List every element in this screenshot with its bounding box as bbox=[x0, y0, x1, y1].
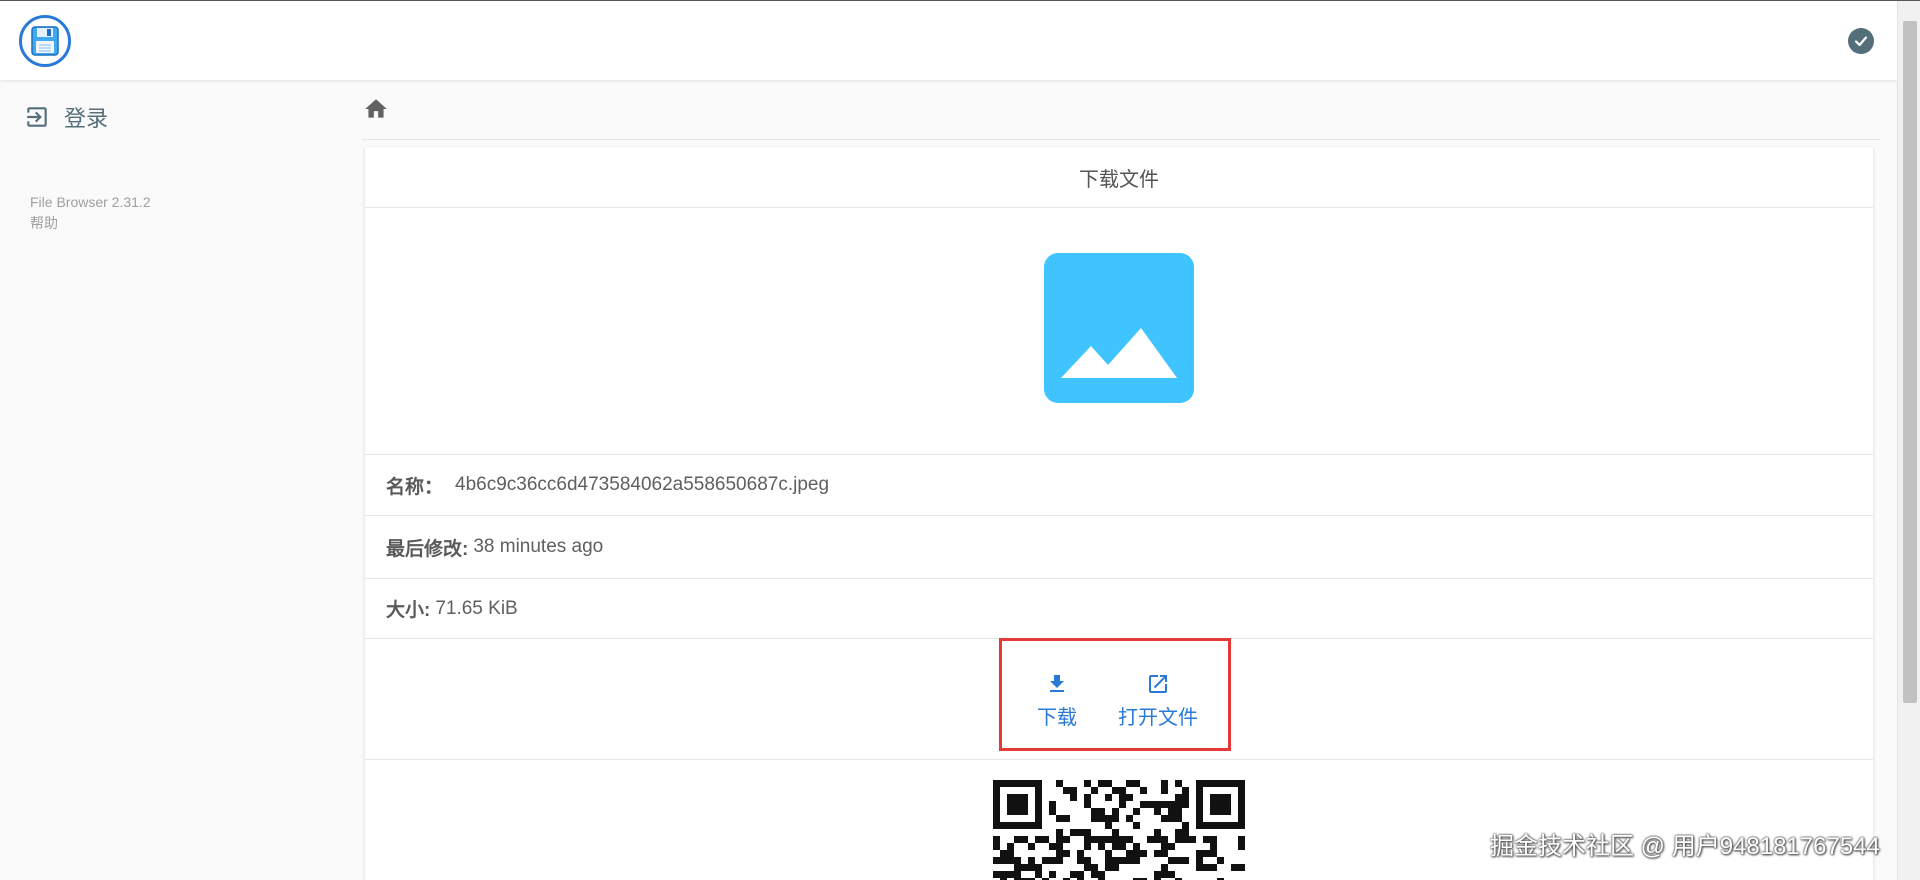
file-preview bbox=[365, 208, 1873, 455]
file-name-value: 4b6c9c36cc6d473584062a558650687c.jpeg bbox=[455, 474, 830, 495]
download-label: 下载 bbox=[1037, 707, 1077, 729]
open-in-new-icon bbox=[1149, 675, 1167, 693]
image-icon bbox=[1044, 253, 1194, 403]
last-modified-row: 最后修改: 38 minutes ago bbox=[365, 516, 1873, 579]
help-link[interactable]: 帮助 bbox=[30, 215, 58, 231]
last-modified-label: 最后修改: bbox=[386, 538, 469, 560]
qr-code bbox=[993, 780, 1245, 880]
download-icon bbox=[1050, 675, 1064, 692]
sidebar-item-login[interactable]: 登录 bbox=[24, 100, 108, 134]
file-size-label: 大小: bbox=[386, 600, 431, 621]
last-modified-value: 38 minutes ago bbox=[473, 536, 604, 557]
breadcrumb-home[interactable] bbox=[363, 96, 389, 122]
check-circle-icon[interactable] bbox=[1848, 28, 1874, 54]
card-title: 下载文件 bbox=[365, 147, 1873, 208]
breadcrumb-divider bbox=[362, 139, 1880, 140]
share-card: 下载文件 名称： 4b6c9c36cc6d473584062a558650687… bbox=[365, 147, 1873, 880]
open-file-button[interactable]: 打开文件 bbox=[1118, 669, 1198, 730]
file-size-value: 71.65 KiB bbox=[435, 597, 518, 619]
watermark: 掘金技术社区 @ 用户948181767544 bbox=[1490, 833, 1880, 860]
vertical-scrollbar[interactable] bbox=[1897, 1, 1920, 880]
actions-row: 下载 打开文件 bbox=[365, 638, 1873, 760]
floppy-disk-icon bbox=[31, 26, 59, 56]
open-file-label: 打开文件 bbox=[1118, 707, 1198, 729]
file-name-row: 名称： 4b6c9c36cc6d473584062a558650687c.jpe… bbox=[365, 455, 1873, 516]
download-button[interactable]: 下载 bbox=[1037, 669, 1077, 730]
sidebar-item-label: 登录 bbox=[64, 106, 109, 131]
version-text: File Browser 2.31.2 bbox=[30, 194, 151, 210]
top-header bbox=[0, 1, 1897, 80]
file-size-row: 大小: 71.65 KiB bbox=[365, 579, 1873, 639]
login-icon bbox=[27, 107, 47, 127]
app-logo[interactable] bbox=[19, 15, 71, 67]
sidebar-credits: File Browser 2.31.2 帮助 bbox=[30, 192, 151, 234]
file-name-label: 名称： bbox=[386, 476, 444, 498]
qr-section bbox=[365, 760, 1873, 880]
home-icon bbox=[365, 99, 387, 118]
scrollbar-thumb[interactable] bbox=[1903, 21, 1917, 703]
